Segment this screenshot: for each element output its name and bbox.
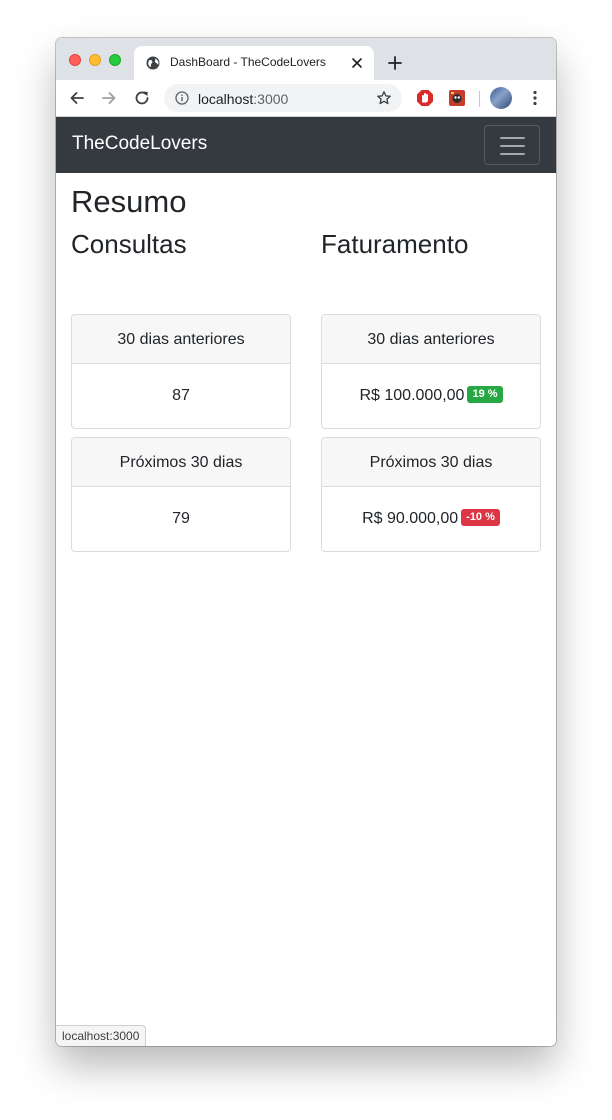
- close-window-button[interactable]: [69, 54, 81, 66]
- card-header: Próximos 30 dias: [322, 438, 540, 487]
- card-value: 87: [172, 387, 190, 404]
- tab-strip: DashBoard - TheCodeLovers: [56, 38, 556, 80]
- navbar-toggler-button[interactable]: [484, 125, 540, 165]
- section-title-consultas: Consultas: [71, 229, 187, 259]
- card-body: R$ 100.000,00 19 %: [322, 364, 540, 428]
- page-viewport: TheCodeLovers Resumo Consultas 30 dias a…: [56, 117, 556, 1046]
- card-header: 30 dias anteriores: [72, 315, 290, 364]
- extension-icon[interactable]: [448, 89, 466, 107]
- plus-icon[interactable]: [387, 55, 403, 71]
- arrow-right-icon[interactable]: [100, 89, 118, 107]
- minimize-window-button[interactable]: [89, 54, 101, 66]
- card-header: Próximos 30 dias: [72, 438, 290, 487]
- browser-window: DashBoard - TheCodeLovers localhost:3000…: [56, 38, 556, 1046]
- navbar-brand[interactable]: TheCodeLovers: [72, 133, 207, 155]
- reload-icon[interactable]: [133, 89, 151, 107]
- globe-icon: [146, 56, 160, 70]
- browser-toolbar: localhost:3000: [56, 80, 556, 117]
- tab-title: DashBoard - TheCodeLovers: [170, 55, 326, 69]
- star-icon[interactable]: [376, 90, 392, 106]
- status-bubble: localhost:3000: [56, 1025, 147, 1046]
- growth-badge: 19 %: [467, 386, 503, 404]
- browser-tab-active[interactable]: DashBoard - TheCodeLovers: [134, 46, 374, 80]
- card-consultas-proximos: Próximos 30 dias 79: [71, 437, 291, 552]
- close-icon[interactable]: [350, 56, 364, 70]
- page-title: Resumo: [71, 184, 187, 219]
- adblock-icon[interactable]: [416, 89, 434, 107]
- kebab-menu-icon[interactable]: [530, 89, 540, 107]
- decline-badge: -10 %: [461, 509, 500, 527]
- section-title-faturamento: Faturamento: [321, 229, 469, 259]
- address-bar[interactable]: localhost:3000: [164, 84, 402, 112]
- url-host: localhost: [198, 91, 254, 107]
- card-faturamento-anteriores: 30 dias anteriores R$ 100.000,00 19 %: [321, 314, 541, 429]
- card-header: 30 dias anteriores: [322, 315, 540, 364]
- card-value: R$ 90.000,00: [362, 510, 459, 527]
- card-faturamento-proximos: Próximos 30 dias R$ 90.000,00 -10 %: [321, 437, 541, 552]
- url-port: :3000: [253, 91, 289, 107]
- url-text[interactable]: localhost:3000: [198, 91, 288, 107]
- info-icon[interactable]: [175, 91, 189, 105]
- maximize-window-button[interactable]: [109, 54, 121, 66]
- arrow-left-icon[interactable]: [68, 89, 86, 107]
- card-value: 79: [172, 510, 190, 527]
- card-consultas-anteriores: 30 dias anteriores 87: [71, 314, 291, 429]
- card-body: R$ 90.000,00 -10 %: [322, 487, 540, 551]
- toolbar-separator: [479, 91, 480, 107]
- profile-avatar[interactable]: [490, 87, 512, 109]
- card-value: R$ 100.000,00: [359, 387, 465, 404]
- top-navbar: TheCodeLovers: [56, 117, 556, 173]
